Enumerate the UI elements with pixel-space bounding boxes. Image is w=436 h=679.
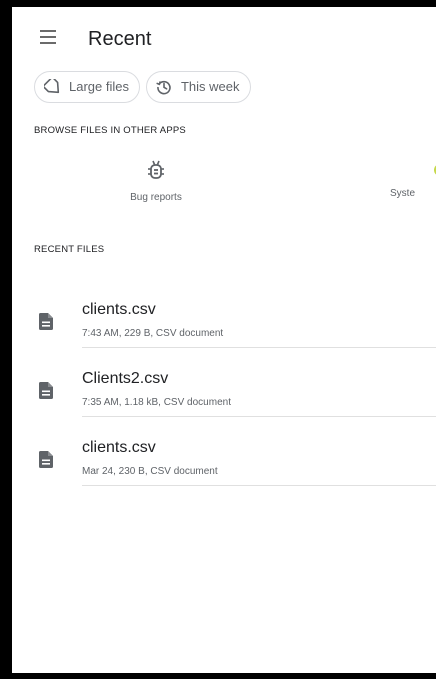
- app-system[interactable]: Syste: [390, 160, 436, 199]
- file-name: Clients2.csv: [82, 370, 169, 387]
- top-app-bar: Recent: [12, 7, 436, 67]
- file-row[interactable]: Clients2.csv 7:35 AM, 1.18 kB, CSV docum…: [12, 362, 436, 430]
- divider: [82, 416, 436, 417]
- chip-label: This week: [180, 79, 240, 94]
- file-name: clients.csv: [82, 439, 156, 456]
- filter-chips: Large files This week: [34, 71, 257, 103]
- file-meta: Mar 24, 230 B, CSV document: [82, 466, 218, 477]
- page-title: Recent: [88, 28, 152, 50]
- tag-icon: [44, 79, 60, 94]
- file-row[interactable]: clients.csv Mar 24, 230 B, CSV document: [12, 431, 436, 499]
- recent-files-heading: RECENT FILES: [34, 244, 105, 255]
- bug-icon: [148, 160, 164, 179]
- chip-large-files[interactable]: Large files: [34, 71, 140, 103]
- history-icon: [156, 80, 171, 95]
- app-label: Bug reports: [130, 192, 182, 203]
- divider: [82, 485, 436, 486]
- browse-section-heading: BROWSE FILES IN OTHER APPS: [34, 125, 186, 136]
- hamburger-menu-icon[interactable]: [26, 27, 66, 51]
- app-bug-reports[interactable]: Bug reports: [108, 160, 204, 203]
- file-row[interactable]: clients.csv 7:43 AM, 229 B, CSV document: [12, 293, 436, 361]
- file-meta: 7:43 AM, 229 B, CSV document: [82, 328, 224, 339]
- document-icon: [39, 382, 53, 399]
- divider: [82, 347, 436, 348]
- file-meta: 7:35 AM, 1.18 kB, CSV document: [82, 397, 231, 408]
- app-label: Syste: [390, 188, 416, 199]
- document-icon: [39, 313, 53, 330]
- chip-label: Large files: [69, 79, 129, 94]
- file-name: clients.csv: [82, 301, 156, 318]
- document-icon: [39, 451, 53, 468]
- files-app-screen: Recent Large files This week BROWSE FILE…: [12, 7, 436, 673]
- chip-this-week[interactable]: This week: [145, 71, 251, 103]
